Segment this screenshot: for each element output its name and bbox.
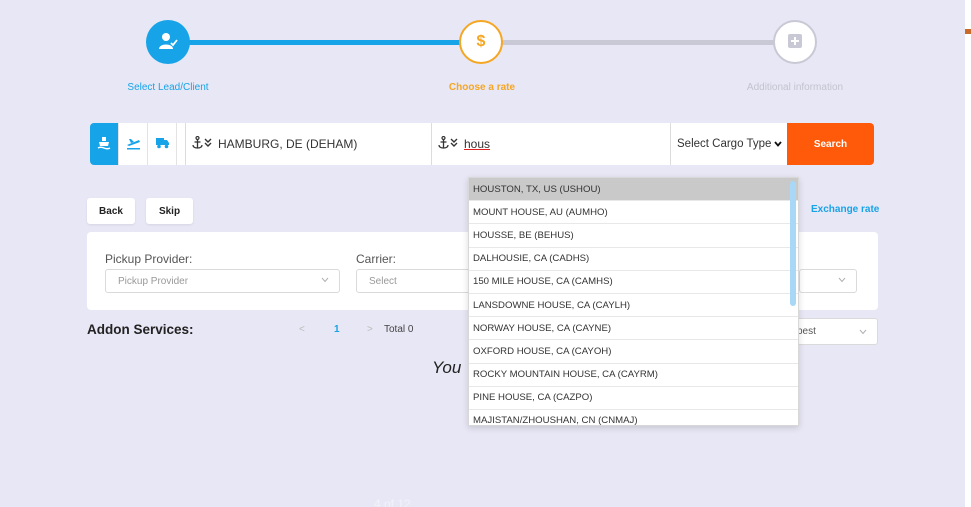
anchor-icon [438, 135, 449, 152]
dropdown-option[interactable]: LANSDOWNE HOUSE, CA (CAYLH) [469, 294, 798, 318]
dropdown-option[interactable]: HOUSTON, TX, US (USHOU) [469, 178, 798, 202]
dropdown-scrollbar[interactable] [790, 181, 796, 306]
search-button[interactable]: Search [787, 123, 874, 165]
delivery-provider-select[interactable] [799, 269, 857, 293]
dropdown-option[interactable]: PINE HOUSE, CA (CAZPO) [469, 387, 798, 410]
dropdown-option[interactable]: OXFORD HOUSE, CA (CAYOH) [469, 340, 798, 364]
pickup-provider-placeholder: Pickup Provider [118, 275, 189, 287]
window-edge [965, 0, 971, 507]
pagination-page-1[interactable]: 1 [334, 324, 340, 335]
rate-search-bar: HAMBURG, DE (DEHAM) hous Select Cargo Ty… [90, 123, 874, 165]
truck-icon [155, 136, 170, 152]
destination-input[interactable]: hous [464, 137, 490, 151]
exchange-rate-link[interactable]: Exchange rate [811, 204, 879, 215]
dropdown-option[interactable]: 150 MILE HOUSE, CA (CAMHS) [469, 271, 798, 294]
sort-select-value: pest [797, 326, 816, 337]
anchor-icon [192, 135, 203, 152]
step-1-label: Select Lead/Client [127, 82, 209, 93]
plane-icon [126, 136, 141, 153]
carrier-label: Carrier: [356, 252, 397, 266]
pickup-provider-label: Pickup Provider: [105, 252, 193, 266]
page-counter: 4 of 12 [374, 497, 411, 507]
carrier-placeholder: Select [369, 275, 397, 287]
dropdown-option[interactable]: HOUSSE, BE (BEHUS) [469, 224, 798, 248]
step-3-label: Additional information [746, 82, 844, 93]
origin-port-type-toggle[interactable] [186, 135, 218, 152]
plus-square-icon [788, 33, 802, 51]
cargo-type-select[interactable]: Select Cargo Type [670, 123, 788, 165]
dropdown-option[interactable]: MOUNT HOUSE, AU (AUMHO) [469, 201, 798, 225]
origin-field[interactable]: HAMBURG, DE (DEHAM) [185, 123, 431, 165]
double-chevron-down-icon [450, 138, 458, 151]
step-1-circle[interactable] [146, 20, 190, 64]
empty-state-message: You [432, 358, 462, 377]
origin-input[interactable]: HAMBURG, DE (DEHAM) [218, 137, 357, 151]
transport-mode-group [90, 123, 177, 165]
mode-road-button[interactable] [148, 123, 177, 165]
mode-air-button[interactable] [119, 123, 148, 165]
step-2-label: Choose a rate [448, 82, 516, 93]
addon-services-title: Addon Services: [87, 322, 194, 337]
page-background: $ Select Lead/Client Choose a rate Addit… [0, 0, 965, 507]
dropdown-option[interactable]: DALHOUSIE, CA (CADHS) [469, 248, 798, 271]
user-check-icon [158, 32, 178, 53]
cargo-type-placeholder: Select Cargo Type [677, 138, 772, 150]
dropdown-option[interactable]: MAJISTAN/ZHOUSHAN, CN (CNMAJ) [469, 410, 798, 425]
ship-icon [97, 136, 111, 153]
double-chevron-down-icon [204, 138, 212, 151]
window-edge-marker [965, 29, 971, 34]
dropdown-option[interactable]: ROCKY MOUNTAIN HOUSE, CA (CAYRM) [469, 364, 798, 387]
progress-track-pending [490, 40, 795, 45]
destination-autocomplete-dropdown: HOUSTON, TX, US (USHOU) MOUNT HOUSE, AU (… [468, 177, 799, 426]
chevron-down-icon [774, 138, 783, 150]
dollar-icon: $ [476, 33, 486, 50]
back-button[interactable]: Back [87, 198, 135, 224]
destination-field[interactable]: hous [431, 123, 670, 165]
destination-port-type-toggle[interactable] [432, 135, 464, 152]
pagination-prev-button[interactable]: < [299, 324, 305, 335]
progress-track-done [170, 40, 480, 45]
mode-sea-button[interactable] [90, 123, 119, 165]
pickup-provider-select[interactable]: Pickup Provider [105, 269, 340, 293]
pagination-next-button[interactable]: > [367, 324, 373, 335]
chevron-down-icon [859, 327, 867, 337]
step-2-circle[interactable]: $ [459, 20, 503, 64]
step-3-circle[interactable] [773, 20, 817, 64]
carrier-select[interactable]: Select [356, 269, 476, 293]
pagination-total: Total 0 [384, 324, 414, 335]
chevron-down-icon [838, 275, 846, 285]
dropdown-option[interactable]: NORWAY HOUSE, CA (CAYNE) [469, 317, 798, 341]
skip-button[interactable]: Skip [146, 198, 193, 224]
chevron-down-icon [321, 275, 329, 285]
